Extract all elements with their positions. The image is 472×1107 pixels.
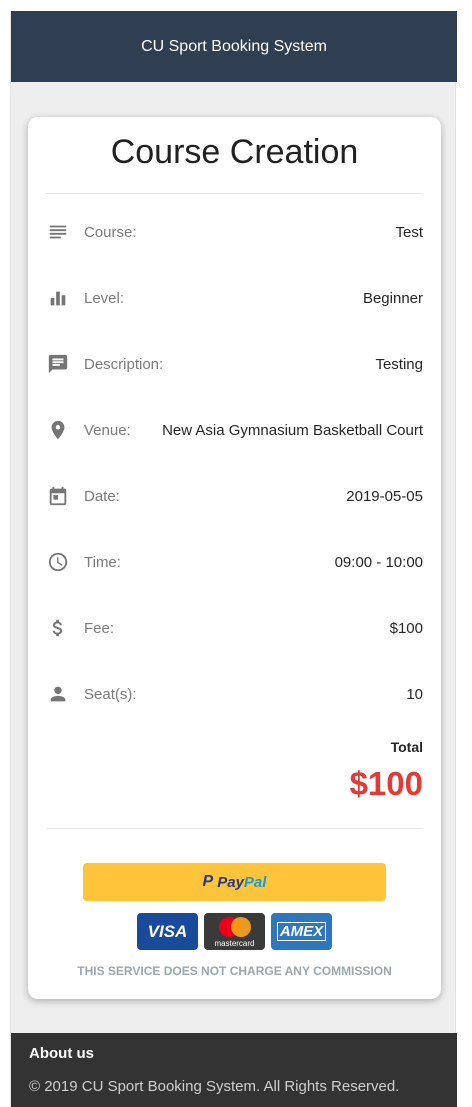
location-pin-icon: [46, 418, 70, 442]
clock-icon: [46, 550, 70, 574]
visa-icon: VISA: [137, 913, 198, 950]
calendar-icon: [46, 484, 70, 508]
card-brands: VISA mastercard AMEX: [28, 913, 441, 950]
mastercard-text: mastercard: [214, 938, 255, 948]
total-label: Total: [390, 739, 423, 755]
app-title[interactable]: CU Sport Booking System: [141, 38, 327, 56]
card-title: Course Creation: [110, 133, 359, 171]
copyright-text: © 2019 CU Sport Booking System. All Righ…: [29, 1078, 400, 1095]
mastercard-circles: [216, 916, 254, 938]
comment-icon: [46, 352, 70, 376]
course-row: Course: Test: [46, 217, 423, 247]
paypal-button[interactable]: P Pay Pal: [83, 863, 386, 901]
description-label: Description:: [84, 355, 164, 373]
time-row: Time: 09:00 - 10:00: [46, 547, 423, 577]
person-icon: [46, 682, 70, 706]
course-label: Course:: [84, 223, 137, 241]
seats-value: 10: [406, 685, 423, 703]
paypal-pal-text: Pal: [243, 873, 267, 891]
about-us-link[interactable]: About us: [29, 1045, 94, 1062]
paypal-logo-icon: P: [202, 873, 214, 890]
description-row: Description: Testing: [46, 349, 423, 379]
venue-label: Venue:: [84, 421, 131, 439]
paypal-pay-text: Pay: [217, 873, 244, 891]
divider: [46, 828, 423, 829]
dollar-icon: [46, 616, 70, 640]
level-value: Beginner: [362, 289, 423, 307]
venue-row: Venue: New Asia Gymnasium Basketball Cou…: [46, 415, 423, 445]
time-value: 09:00 - 10:00: [334, 553, 423, 571]
mastercard-icon: mastercard: [204, 913, 265, 950]
amex-text: AMEX: [276, 922, 327, 941]
seats-label: Seat(s):: [84, 685, 137, 703]
amex-icon: AMEX: [271, 913, 332, 950]
visa-text: VISA: [147, 921, 188, 941]
total-value: $100: [349, 765, 423, 802]
date-label: Date:: [84, 487, 120, 505]
commission-note: THIS SERVICE DOES NOT CHARGE ANY COMMISS…: [77, 964, 392, 978]
fee-value: $100: [389, 619, 423, 637]
level-label: Level:: [84, 289, 125, 307]
bar-chart-icon: [46, 286, 70, 310]
course-value: Test: [395, 223, 423, 241]
seats-row: Seat(s): 10: [46, 679, 423, 709]
date-value: 2019-05-05: [346, 487, 423, 505]
fee-row: Fee: $100: [46, 613, 423, 643]
navbar: CU Sport Booking System: [11, 11, 457, 82]
notes-icon: [46, 220, 70, 244]
description-value: Testing: [375, 355, 423, 373]
venue-value: New Asia Gymnasium Basketball Court: [162, 421, 423, 439]
level-row: Level: Beginner: [46, 283, 423, 313]
footer: About us © 2019 CU Sport Booking System.…: [11, 1033, 457, 1107]
page-frame: CU Sport Booking System Course Creation …: [10, 11, 457, 1107]
fee-label: Fee:: [84, 619, 115, 637]
date-row: Date: 2019-05-05: [46, 481, 423, 511]
divider: [46, 193, 423, 194]
time-label: Time:: [84, 553, 121, 571]
course-creation-card: Course Creation Course: Test Level: Begi…: [28, 117, 441, 999]
